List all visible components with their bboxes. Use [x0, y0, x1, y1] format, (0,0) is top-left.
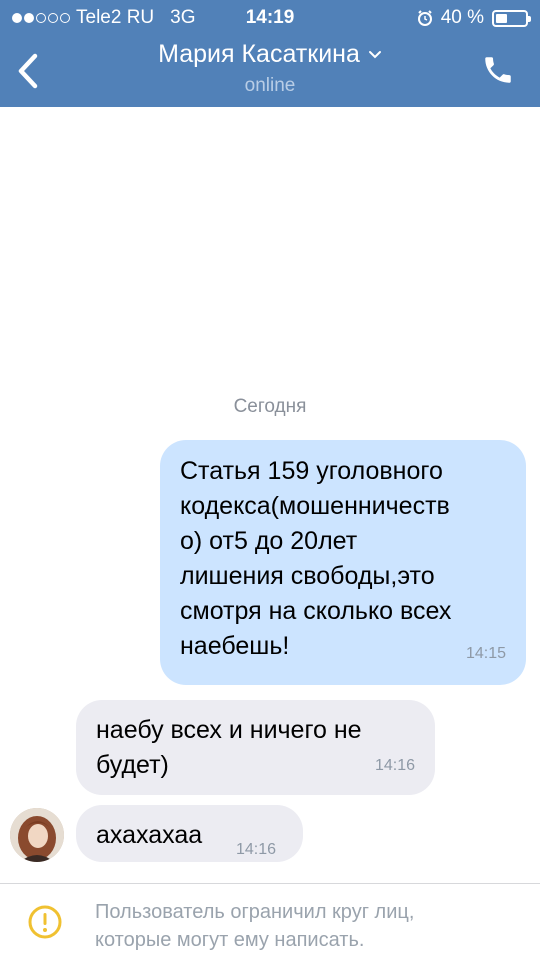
- contact-name: Мария Касаткина: [158, 40, 360, 68]
- message-incoming[interactable]: наебу всех и ничего не будет) 14:16: [76, 700, 435, 795]
- message-incoming[interactable]: ахахахаа 14:16: [76, 805, 303, 862]
- warning-icon: [28, 905, 62, 939]
- message-outgoing[interactable]: Статья 159 уголовного кодекса(мошенничес…: [160, 440, 526, 685]
- message-time: 14:15: [465, 645, 506, 662]
- battery-percent: 40 %: [440, 7, 484, 28]
- notice-text: Пользователь ограничил круг лиц, которые…: [95, 901, 415, 951]
- conversation-header[interactable]: Мария Касаткина online: [80, 40, 460, 97]
- contact-name-row[interactable]: Мария Касаткина: [158, 40, 382, 69]
- back-button[interactable]: [8, 46, 48, 96]
- top-bar: Tele2 RU 3G 14:19 40 % Мария Касаткина o…: [0, 0, 540, 107]
- chevron-down-icon: [368, 50, 381, 58]
- phone-icon: [485, 57, 511, 83]
- battery-icon: [492, 9, 531, 27]
- battery-fill: [496, 13, 508, 23]
- contact-status: online: [244, 75, 296, 96]
- status-bar: Tele2 RU 3G 14:19 40 %: [0, 0, 540, 36]
- date-separator: Сегодня: [233, 396, 307, 417]
- message-time: 14:16: [236, 841, 277, 858]
- restriction-notice: Пользователь ограничил круг лиц, которые…: [0, 884, 540, 960]
- chevron-left-icon: [18, 53, 38, 89]
- avatar[interactable]: [10, 808, 64, 862]
- message-time: 14:16: [374, 757, 415, 774]
- avatar-photo: [10, 808, 64, 862]
- alarm-icon: [417, 10, 432, 26]
- message-text: наебу всех и ничего не будет): [96, 716, 362, 779]
- message-text: Статья 159 уголовного кодекса(мошенничес…: [180, 457, 452, 660]
- call-button[interactable]: [478, 50, 518, 90]
- status-right: 40 %: [417, 7, 531, 29]
